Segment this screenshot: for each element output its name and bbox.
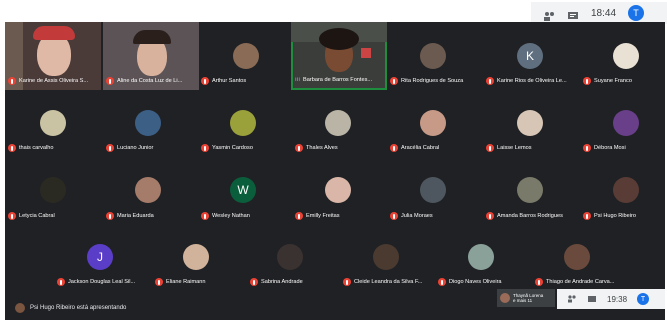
participant-label: Letycia Cabral (8, 212, 55, 220)
mic-off-icon (390, 212, 398, 220)
avatar (40, 177, 66, 203)
participant-label: Wesley Nathan (201, 212, 250, 220)
mic-off-icon (438, 278, 446, 286)
presenting-banner[interactable]: Psi Hugo Ribeiro está apresentando (15, 303, 126, 313)
chat-icon[interactable] (587, 290, 597, 308)
participant-label: Diogo Naves Oliveira (438, 278, 502, 286)
avatar (420, 177, 446, 203)
participant-label: Cleide Leandra da Silva F... (343, 278, 422, 286)
avatar (230, 110, 256, 136)
avatar (135, 177, 161, 203)
avatar-letter: K (517, 43, 543, 69)
avatar (420, 43, 446, 69)
participant-label: Sabrina Andrade (250, 278, 303, 286)
participant-label: Thales Alves (295, 144, 338, 152)
mic-off-icon (535, 278, 543, 286)
user-avatar[interactable]: T (628, 5, 645, 21)
mic-off-icon (295, 144, 303, 152)
avatar (613, 110, 639, 136)
participant-label: Psi Hugo Ribeiro (583, 212, 636, 220)
participant-label: Luciano Junior (106, 144, 153, 152)
participant-label: Eliane Raimann (155, 278, 206, 286)
mic-off-icon (343, 278, 351, 286)
avatar (564, 244, 590, 270)
avatar (517, 110, 543, 136)
mic-off-icon (106, 212, 114, 220)
meet-grid: K Karine de Assis Oliveira S... Aline da… (5, 22, 665, 320)
mic-off-icon (295, 212, 303, 220)
mic-off-icon (390, 77, 398, 85)
mic-off-icon (8, 212, 16, 220)
participant-label: thais carvalho (8, 144, 54, 152)
avatar (40, 110, 66, 136)
avatar (517, 177, 543, 203)
participant-label: Emilly Freitas (295, 212, 340, 220)
speaking-icon: ııı (295, 77, 301, 83)
mini-participant-tile[interactable]: Thaynã Lorena e mais 11 (497, 289, 555, 307)
clock-time: 19:38 (607, 294, 628, 304)
participant-label: Jackson Douglas Leal Sil... (57, 278, 135, 286)
system-bottombar: 19:38 T (557, 289, 665, 309)
avatar (325, 177, 351, 203)
avatar (500, 293, 510, 303)
participant-label: Yasmin Cardoso (201, 144, 253, 152)
system-topbar: 18:44 T (531, 2, 667, 24)
participant-label: Débora Mosi (583, 144, 626, 152)
participant-label: Aline da Costa Luz de Li... (106, 77, 182, 85)
participant-label: Karine Rios de Oliveira Le... (486, 77, 567, 85)
participant-label: Julia Moraes (390, 212, 433, 220)
participant-label: Aracélia Cabral (390, 144, 439, 152)
participant-label: Thiago de Andrade Carva... (535, 278, 614, 286)
avatar (325, 110, 351, 136)
participant-label: Amanda Barros Rodrigues (486, 212, 563, 220)
avatar-letter: J (87, 244, 113, 270)
mic-off-icon (201, 144, 209, 152)
avatar-letter: W (230, 177, 256, 203)
avatar (613, 177, 639, 203)
mic-off-icon (250, 278, 258, 286)
mic-off-icon (201, 77, 209, 85)
participant-label: Suyane Franco (583, 77, 632, 85)
participant-label: Rita Rodrigues de Souza (390, 77, 463, 85)
avatar (277, 244, 303, 270)
mic-off-icon (57, 278, 65, 286)
avatar (468, 244, 494, 270)
mic-off-icon (106, 144, 114, 152)
mic-off-icon (106, 77, 114, 85)
avatar (613, 43, 639, 69)
presenter-avatar (15, 303, 25, 313)
participant-label: Maria Eduarda (106, 212, 154, 220)
mic-off-icon (583, 212, 591, 220)
user-avatar[interactable]: T (637, 293, 650, 305)
mic-off-icon (486, 144, 494, 152)
participant-label: Arthur Santos (201, 77, 246, 85)
mic-off-icon (486, 212, 494, 220)
mic-off-icon (486, 77, 494, 85)
clock-time: 18:44 (591, 7, 617, 19)
participants-icon[interactable] (567, 290, 577, 308)
mic-off-icon (155, 278, 163, 286)
avatar (183, 244, 209, 270)
participants-icon[interactable] (543, 8, 555, 21)
mic-off-icon (8, 77, 16, 85)
mini-more: e mais 11 (513, 298, 533, 303)
mic-off-icon (201, 212, 209, 220)
mic-off-icon (583, 77, 591, 85)
mic-off-icon (8, 144, 16, 152)
participant-label: ııı Barbara de Barros Fontes... (295, 77, 373, 83)
chat-icon[interactable] (567, 8, 579, 19)
avatar (135, 110, 161, 136)
avatar (373, 244, 399, 270)
mic-off-icon (390, 144, 398, 152)
avatar (233, 43, 259, 69)
participant-label: Laisse Lemos (486, 144, 532, 152)
avatar (420, 110, 446, 136)
mic-off-icon (583, 144, 591, 152)
participant-label: Karine de Assis Oliveira S... (8, 77, 88, 85)
